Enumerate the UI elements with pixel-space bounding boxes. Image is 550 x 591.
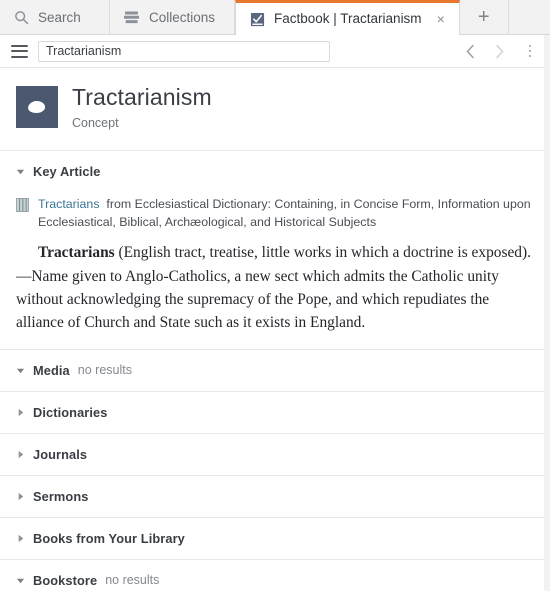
section-title: Sermons	[33, 488, 89, 504]
section-books-from-your-library: Books from Your Library	[0, 518, 549, 560]
kebab-menu-icon[interactable]	[521, 41, 539, 61]
section-title: Media	[33, 362, 70, 378]
entity-type-label: Concept	[72, 116, 119, 131]
section-media: Media no results	[0, 350, 549, 392]
section-sermons: Sermons	[0, 476, 549, 518]
chevron-left-icon[interactable]	[461, 40, 480, 62]
tab-factbook-label: Factbook | Tractarianism	[274, 11, 422, 27]
section-dictionaries: Dictionaries	[0, 392, 549, 434]
page-title: Tractarianism	[72, 84, 212, 110]
book-icon	[16, 198, 29, 212]
section-header-journals[interactable]: Journals	[0, 434, 549, 475]
caret-right-icon	[18, 408, 24, 416]
section-note: no results	[105, 573, 160, 588]
section-title: Dictionaries	[33, 404, 108, 420]
key-article-citation-row: Tractarians from Ecclesiastical Dictiona…	[16, 194, 533, 231]
tab-bar: Search Collections Factbook | Tractarian…	[0, 0, 550, 36]
section-header-books-from-your-library[interactable]: Books from Your Library	[0, 518, 549, 559]
caret-right-icon	[18, 450, 24, 458]
collections-icon	[124, 11, 140, 24]
new-tab-button[interactable]: +	[459, 0, 509, 35]
source-link[interactable]: Tractarians	[38, 197, 100, 211]
section-key-article: Key Article Tractarians from Ecclesiasti…	[0, 151, 549, 350]
section-title: Key Article	[33, 164, 101, 179]
tab-collections[interactable]: Collections	[110, 0, 235, 35]
article-paragraph: Tractarians (English tract, treatise, li…	[16, 241, 533, 335]
tab-collections-label: Collections	[149, 9, 216, 25]
search-input[interactable]	[38, 40, 330, 62]
hamburger-menu-icon[interactable]	[11, 44, 28, 58]
scrollbar-gutter[interactable]	[544, 35, 550, 591]
application-window: Search Collections Factbook | Tractarian…	[0, 0, 550, 591]
section-title: Bookstore	[33, 572, 98, 588]
key-article-citation: Tractarians from Ecclesiastical Dictiona…	[38, 196, 533, 231]
article-lead-term: Tractarians	[38, 244, 115, 262]
section-title: Books from Your Library	[33, 530, 185, 546]
section-title: Journals	[33, 446, 88, 462]
key-article-body: Tractarians from Ecclesiastical Dictiona…	[0, 192, 549, 349]
chevron-right-icon	[490, 40, 509, 62]
section-header-media[interactable]: Media no results	[0, 350, 549, 391]
source-citation-text: from Ecclesiastical Dictionary: Containi…	[38, 197, 531, 229]
tab-search[interactable]: Search	[0, 0, 110, 35]
tab-factbook-tractarianism[interactable]: Factbook | Tractarianism ×	[235, 0, 460, 36]
search-icon	[14, 10, 29, 25]
section-header-sermons[interactable]: Sermons	[0, 476, 549, 517]
factbook-book-icon	[250, 12, 265, 27]
content-pane: Tractarianism Concept Key Article Tracta…	[0, 68, 550, 591]
tab-search-label: Search	[38, 9, 81, 25]
caret-down-icon	[16, 578, 25, 584]
close-icon[interactable]: ×	[437, 12, 445, 26]
caret-right-icon	[18, 534, 24, 542]
section-header-bookstore[interactable]: Bookstore no results	[0, 560, 549, 591]
caret-down-icon	[16, 368, 25, 374]
caret-right-icon	[18, 492, 24, 500]
tab-bar-filler	[508, 0, 550, 35]
concept-bubble-icon	[16, 86, 58, 128]
section-header-dictionaries[interactable]: Dictionaries	[0, 392, 549, 433]
toolbar	[0, 35, 550, 68]
section-header-key-article[interactable]: Key Article	[0, 151, 549, 192]
section-note: no results	[77, 363, 132, 378]
section-journals: Journals	[0, 434, 549, 476]
entity-header: Tractarianism Concept	[0, 68, 549, 151]
entity-text: Tractarianism Concept	[72, 82, 212, 130]
section-bookstore: Bookstore no results	[0, 560, 549, 591]
caret-down-icon	[16, 169, 25, 175]
